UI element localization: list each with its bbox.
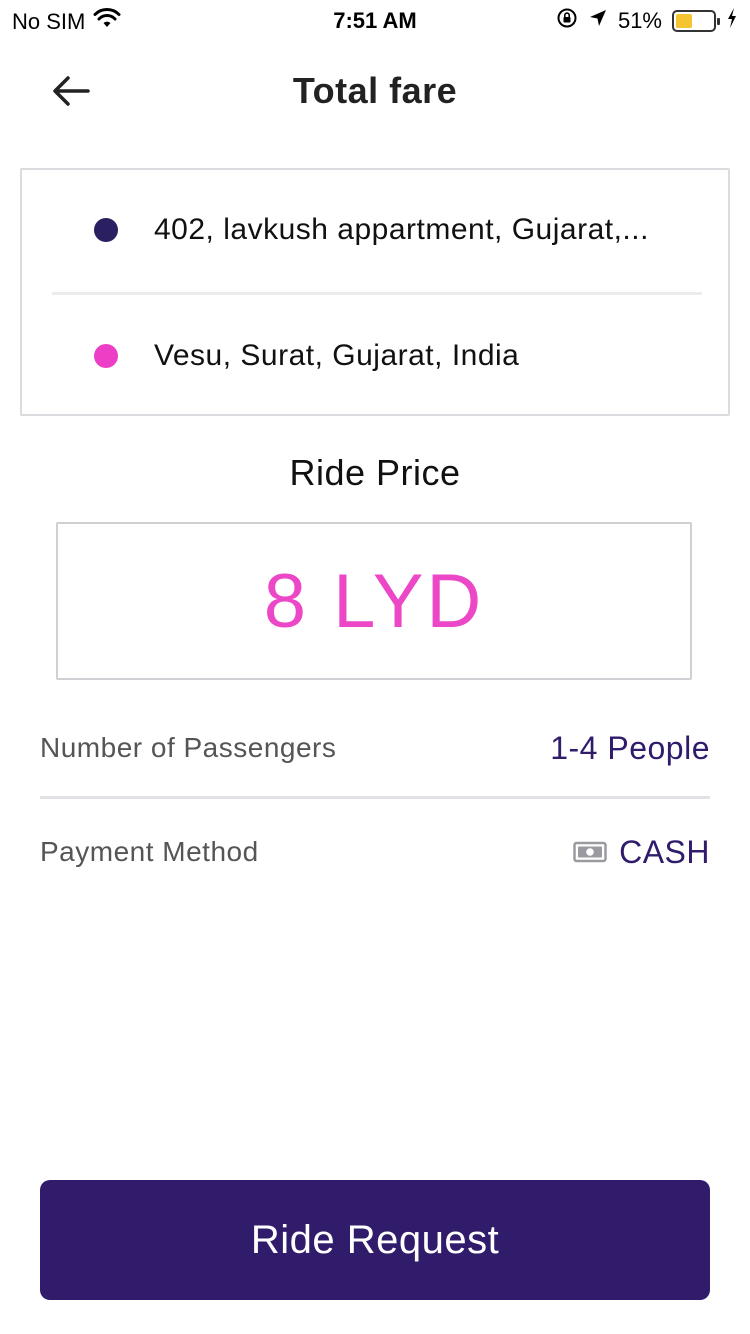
payment-label: Payment Method — [40, 836, 259, 867]
route-card: 402, lavkush appartment, Gujarat,... Ves… — [20, 168, 730, 416]
ride-request-button[interactable]: Ride Request — [40, 1180, 710, 1300]
battery-cap — [717, 18, 720, 25]
price-value: 8 LYD — [263, 558, 485, 644]
pickup-address: 402, lavkush appartment, Gujarat,... — [154, 213, 649, 246]
pickup-dot-icon — [94, 218, 118, 242]
payment-row[interactable]: Payment Method CASH — [40, 822, 710, 882]
drop-dot-icon — [94, 344, 118, 368]
battery-icon — [672, 10, 720, 32]
route-divider — [52, 292, 702, 295]
payment-value: CASH — [619, 833, 710, 870]
price-box: 8 LYD — [56, 522, 692, 680]
passengers-label: Number of Passengers — [40, 732, 337, 763]
details-divider — [40, 796, 710, 799]
nav-header: Total fare — [0, 52, 750, 132]
page-title: Total fare — [292, 70, 458, 111]
ride-price-label: Ride Price — [289, 452, 461, 493]
total-fare-screen: No SIM 7:51 AM 51% Total fare 402, lavku… — [0, 0, 750, 1334]
battery-level-fill — [676, 14, 693, 28]
charging-bolt-icon — [726, 7, 738, 35]
passengers-value: 1-4 People — [550, 729, 710, 766]
drop-address: Vesu, Surat, Gujarat, India — [154, 339, 520, 372]
cash-icon — [573, 834, 607, 871]
status-bar: No SIM 7:51 AM 51% — [0, 0, 750, 40]
passengers-row: Number of Passengers 1-4 People — [40, 718, 710, 778]
orientation-lock-icon — [556, 7, 578, 35]
battery-percent: 51% — [617, 8, 662, 33]
pickup-row[interactable]: 402, lavkush appartment, Gujarat,... — [22, 170, 728, 290]
drop-row[interactable]: Vesu, Surat, Gujarat, India — [22, 296, 728, 416]
status-right-group: 51% — [556, 7, 738, 35]
location-arrow-icon — [588, 7, 608, 35]
payment-value-group: CASH — [573, 834, 710, 871]
